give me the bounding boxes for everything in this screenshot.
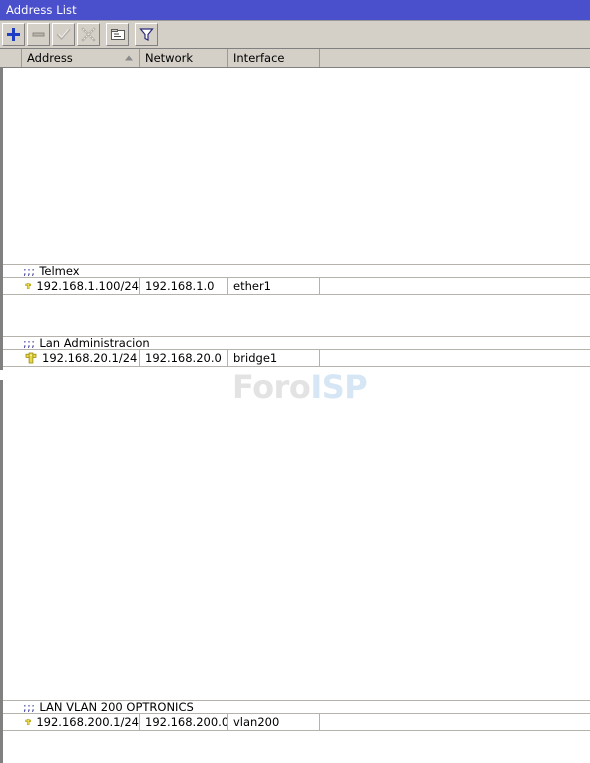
cell-filler <box>320 714 590 730</box>
cell-network: 192.168.1.0 <box>140 278 228 294</box>
address-icon <box>25 719 32 725</box>
window-title: Address List <box>6 3 77 17</box>
column-header-filler <box>320 49 590 67</box>
cell-filler <box>320 350 590 366</box>
cell-address-text: 192.168.1.100/24 <box>36 279 139 293</box>
cross-icon <box>81 27 96 42</box>
enable-button[interactable] <box>52 23 75 46</box>
comment-text: Telmex <box>39 264 80 278</box>
comment-prefix: ;;; <box>23 264 36 278</box>
list-empty-space-top <box>0 68 590 264</box>
table-row[interactable]: 192.168.1.100/24 192.168.1.0 ether1 <box>3 278 590 295</box>
sort-ascending-icon <box>125 55 133 61</box>
column-header-address[interactable]: Address <box>22 49 140 67</box>
window-titlebar[interactable]: Address List <box>0 0 590 21</box>
table-row[interactable]: 192.168.200.1/24 192.168.200.0 vlan200 <box>3 714 590 731</box>
row-flag-cell <box>3 714 22 730</box>
comment-row[interactable]: ;;; Telmex <box>3 264 590 278</box>
comment-button[interactable] <box>106 23 129 46</box>
filter-button[interactable] <box>135 23 158 46</box>
cell-network: 192.168.20.0 <box>140 350 228 366</box>
table-column-headers: Address Network Interface <box>0 49 590 68</box>
funnel-icon <box>139 28 154 41</box>
comment-row[interactable]: ;;; Lan Administracion <box>3 336 590 350</box>
disable-button[interactable] <box>77 23 100 46</box>
comment-icon <box>110 28 125 40</box>
address-icon <box>25 283 32 289</box>
comment-row[interactable]: ;;; LAN VLAN 200 OPTRONICS <box>3 700 590 714</box>
cell-network: 192.168.200.0 <box>140 714 228 730</box>
plus-icon <box>7 28 20 41</box>
list-empty-space <box>0 295 590 336</box>
cell-address: 192.168.1.100/24 <box>22 278 140 294</box>
comment-text: LAN VLAN 200 OPTRONICS <box>39 700 194 714</box>
column-header-flag[interactable] <box>0 49 22 67</box>
comment-prefix: ;;; <box>23 336 36 350</box>
cell-address-text: 192.168.200.1/24 <box>36 715 139 729</box>
vertical-scrollbar[interactable] <box>0 68 3 763</box>
address-icon <box>25 352 37 364</box>
address-list-table: ;;; Telmex 192.168.1.100/24 192.168.1.0 ethe… <box>0 68 590 763</box>
cell-interface: vlan200 <box>228 714 320 730</box>
cell-address: 192.168.200.1/24 <box>22 714 140 730</box>
cell-filler <box>320 278 590 294</box>
cell-address: 192.168.20.1/24 <box>22 350 140 366</box>
toolbar <box>0 21 590 49</box>
minus-icon <box>32 32 45 37</box>
list-empty-space <box>0 367 590 700</box>
row-flag-cell <box>3 350 22 366</box>
column-header-interface[interactable]: Interface <box>228 49 320 67</box>
column-header-network[interactable]: Network <box>140 49 228 67</box>
comment-prefix: ;;; <box>23 700 36 714</box>
cell-interface: bridge1 <box>228 350 320 366</box>
cell-address-text: 192.168.20.1/24 <box>42 351 138 365</box>
cell-interface: ether1 <box>228 278 320 294</box>
check-icon <box>56 28 71 41</box>
address-list-window: Address List Address Network Interface ;… <box>0 0 590 763</box>
scrollbar-thumb[interactable] <box>0 370 3 380</box>
add-button[interactable] <box>2 23 25 46</box>
remove-button[interactable] <box>27 23 50 46</box>
comment-text: Lan Administracion <box>39 336 150 350</box>
row-flag-cell <box>3 278 22 294</box>
table-row[interactable]: 192.168.20.1/24 192.168.20.0 bridge1 <box>3 350 590 367</box>
